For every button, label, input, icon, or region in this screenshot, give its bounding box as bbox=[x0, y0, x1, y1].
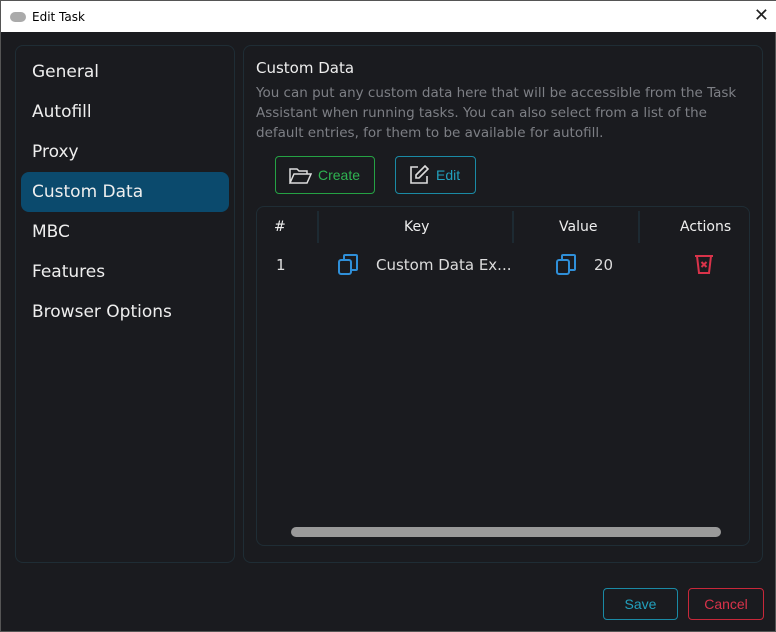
sidebar-item-proxy[interactable]: Proxy bbox=[21, 132, 229, 172]
section-description: You can put any custom data here that wi… bbox=[256, 85, 737, 141]
create-label: Create bbox=[318, 167, 361, 183]
row-index: 1 bbox=[276, 256, 286, 274]
copy-icon[interactable] bbox=[337, 253, 359, 275]
sidebar: General Autofill Proxy Custom Data MBC F… bbox=[15, 45, 235, 563]
sidebar-item-mbc[interactable]: MBC bbox=[21, 212, 229, 252]
column-header-key: Key bbox=[404, 219, 430, 235]
horizontal-scrollbar[interactable] bbox=[291, 527, 721, 537]
edit-icon bbox=[410, 164, 430, 184]
row-value: 20 bbox=[594, 256, 614, 274]
sidebar-item-browser-options[interactable]: Browser Options bbox=[21, 292, 229, 332]
column-header-actions: Actions bbox=[680, 219, 732, 235]
sidebar-item-general[interactable]: General bbox=[21, 52, 229, 92]
column-header-index: # bbox=[274, 219, 286, 235]
save-button[interactable]: Save bbox=[603, 588, 678, 620]
edit-button[interactable]: Edit bbox=[395, 156, 476, 194]
app-icon bbox=[10, 11, 26, 22]
column-divider bbox=[638, 211, 640, 243]
row-key: Custom Data Ex... bbox=[376, 256, 512, 274]
title-bar: Edit Task ✕ bbox=[1, 1, 776, 32]
column-divider bbox=[317, 211, 319, 243]
column-divider bbox=[512, 211, 514, 243]
close-icon[interactable]: ✕ bbox=[754, 5, 769, 26]
copy-icon[interactable] bbox=[555, 253, 577, 275]
column-header-value: Value bbox=[559, 219, 598, 235]
custom-data-table: # Key Value Actions 1 Custom Data Ex... … bbox=[256, 206, 750, 546]
edit-label: Edit bbox=[436, 167, 461, 183]
cancel-button[interactable]: Cancel bbox=[688, 588, 764, 620]
sidebar-item-autofill[interactable]: Autofill bbox=[21, 92, 229, 132]
sidebar-item-custom-data[interactable]: Custom Data bbox=[21, 172, 229, 212]
window-title: Edit Task bbox=[32, 9, 85, 24]
folder-icon bbox=[288, 168, 312, 184]
create-button[interactable]: Create bbox=[275, 156, 375, 194]
delete-icon[interactable] bbox=[693, 253, 715, 275]
custom-data-panel: Custom Data You can put any custom data … bbox=[243, 45, 763, 563]
section-title: Custom Data bbox=[256, 59, 355, 77]
sidebar-item-features[interactable]: Features bbox=[21, 252, 229, 292]
